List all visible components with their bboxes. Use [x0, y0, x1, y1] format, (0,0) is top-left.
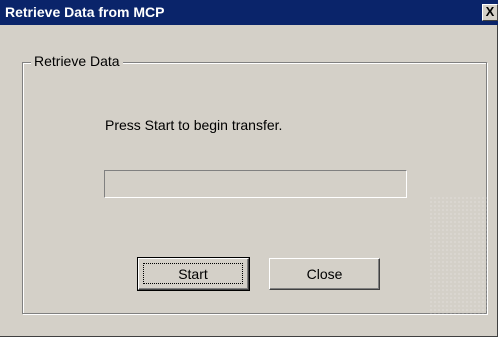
close-icon[interactable]: X — [482, 4, 498, 21]
instruction-text: Press Start to begin transfer. — [105, 117, 283, 133]
start-button[interactable]: Start — [137, 257, 250, 291]
start-button-label: Start — [143, 263, 243, 284]
window-title: Retrieve Data from MCP — [5, 4, 165, 20]
close-button[interactable]: Close — [269, 258, 380, 290]
transfer-progress-bar — [104, 170, 407, 198]
groupbox-label: Retrieve Data — [31, 53, 123, 70]
title-bar[interactable]: Retrieve Data from MCP X — [0, 0, 498, 25]
dialog-window: Retrieve Data from MCP X Retrieve Data P… — [0, 0, 498, 337]
